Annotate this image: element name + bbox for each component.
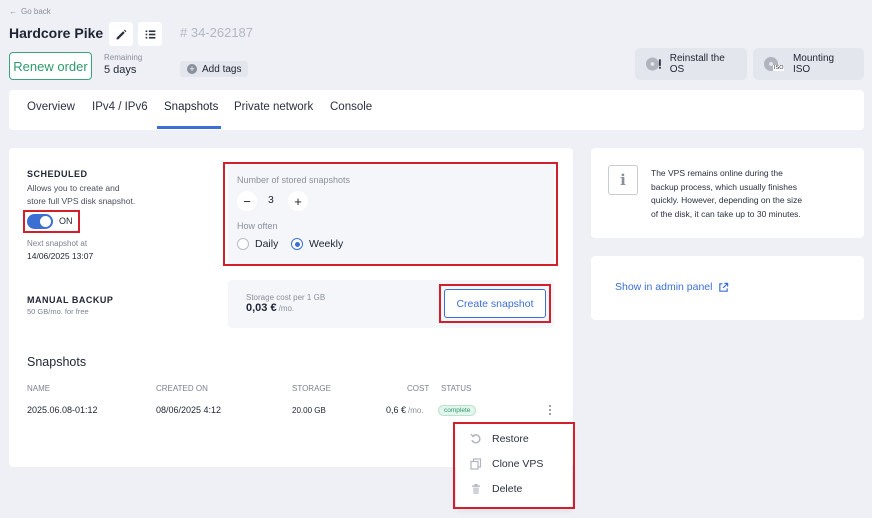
cost-unit: /mo. xyxy=(278,304,295,313)
snapshot-name: 2025.06.08-01:12 xyxy=(27,405,98,415)
kebab-dot xyxy=(549,413,551,415)
scheduled-toggle[interactable] xyxy=(27,214,53,229)
tab-private-network[interactable]: Private network xyxy=(234,101,313,113)
column-name: NAME xyxy=(27,384,51,393)
row-menu-button[interactable] xyxy=(545,403,555,417)
decrement-button[interactable]: − xyxy=(237,191,257,211)
column-cost: COST xyxy=(407,384,430,393)
edit-button[interactable] xyxy=(109,22,133,46)
cost-label: Storage cost per 1 GB xyxy=(246,293,326,302)
list-button[interactable] xyxy=(138,22,162,46)
snapshot-cost: 0,6 € xyxy=(386,405,407,415)
column-storage: STORAGE xyxy=(292,384,331,393)
renew-order-button[interactable]: Renew order xyxy=(9,52,92,80)
snapshots-title: Snapshots xyxy=(27,355,87,369)
external-link-icon xyxy=(719,282,729,292)
cost-value-row: 0,03 € /mo. xyxy=(246,302,294,314)
column-created-on: CREATED ON xyxy=(156,384,208,393)
menu-delete[interactable]: Delete xyxy=(470,483,522,495)
next-snapshot-label: Next snapshot at xyxy=(27,239,88,248)
menu-clone-vps[interactable]: Clone VPS xyxy=(470,458,543,470)
restore-label: Restore xyxy=(492,433,529,445)
add-tags-label: Add tags xyxy=(202,63,242,75)
column-status: STATUS xyxy=(441,384,472,393)
add-tags-button[interactable]: + Add tags xyxy=(180,61,249,77)
scheduled-description-1: Allows you to create and xyxy=(27,183,120,193)
pencil-icon xyxy=(116,29,126,39)
admin-panel-link[interactable]: Show in admin panel xyxy=(615,281,729,293)
info-line-3: quickly. However, depending on the size xyxy=(651,195,803,205)
snapshot-storage: 20.00 GB xyxy=(292,406,326,415)
snapshot-cost-cell: 0,6 € /mo. xyxy=(386,405,424,415)
remaining-value: 5 days xyxy=(104,64,137,76)
info-line-2: backup process, which usually finishes xyxy=(651,182,797,192)
stored-snapshots-label: Number of stored snapshots xyxy=(237,175,351,185)
list-icon xyxy=(145,29,155,39)
radio-daily-circle xyxy=(237,238,249,250)
admin-panel-label: Show in admin panel xyxy=(615,281,713,293)
toggle-state-label: ON xyxy=(59,216,73,226)
active-tab-indicator xyxy=(157,126,221,129)
status-badge: complete xyxy=(438,405,477,416)
plus-circle-icon: + xyxy=(187,64,197,74)
kebab-dot xyxy=(549,409,551,411)
snapshot-cost-unit: /mo. xyxy=(408,406,424,415)
radio-weekly-label: Weekly xyxy=(309,238,344,250)
mounting-label: Mounting ISO xyxy=(792,53,835,75)
tab-ipv4-ipv6[interactable]: IPv4 / IPv6 xyxy=(92,101,148,113)
mounting-iso-button[interactable]: ISO Mounting ISO xyxy=(753,48,864,80)
scheduled-description-2: store full VPS disk snapshot. xyxy=(27,196,136,206)
page-title: Hardcore Pike xyxy=(9,25,104,41)
info-line-1: The VPS remains online during the xyxy=(651,168,783,178)
radio-daily[interactable]: Daily xyxy=(237,238,278,250)
info-icon: i xyxy=(608,165,638,195)
remaining-label: Remaining xyxy=(104,53,143,62)
go-back-link[interactable]: ← Go back xyxy=(9,7,51,16)
how-often-label: How often xyxy=(237,221,278,231)
snapshot-count[interactable]: 3 xyxy=(268,194,274,206)
radio-weekly-circle xyxy=(291,238,303,250)
scheduled-title: SCHEDULED xyxy=(27,169,88,179)
next-snapshot-value: 14/06/2025 13:07 xyxy=(27,251,94,261)
restore-icon xyxy=(470,433,481,444)
go-back-label: Go back xyxy=(21,7,51,16)
increment-button[interactable]: + xyxy=(288,191,308,211)
radio-daily-label: Daily xyxy=(255,238,279,250)
info-line-4: of the disk, it can take up to 30 minute… xyxy=(651,209,801,219)
kebab-dot xyxy=(549,405,551,407)
reinstall-os-button[interactable]: Reinstall the OS xyxy=(635,48,747,80)
iso-badge: ISO xyxy=(773,65,785,71)
manual-backup-title: MANUAL BACKUP xyxy=(27,295,114,305)
menu-restore[interactable]: Restore xyxy=(470,433,529,445)
tab-overview[interactable]: Overview xyxy=(27,101,75,113)
snapshot-created: 08/06/2025 4:12 xyxy=(156,405,222,415)
copy-icon xyxy=(470,458,482,470)
reinstall-label: Reinstall the OS xyxy=(669,53,725,75)
toggle-knob xyxy=(40,216,51,227)
delete-label: Delete xyxy=(492,483,523,495)
disc-icon xyxy=(645,57,661,71)
tab-snapshots[interactable]: Snapshots xyxy=(164,101,218,113)
radio-weekly[interactable]: Weekly xyxy=(291,238,343,250)
manual-backup-subtitle: 50 GB/mo. for free xyxy=(27,307,89,316)
trash-icon xyxy=(472,484,480,494)
arrow-left-icon: ← xyxy=(9,7,17,16)
clone-label: Clone VPS xyxy=(492,458,544,470)
create-snapshot-button[interactable]: Create snapshot xyxy=(444,289,546,318)
server-id: # 34-262187 xyxy=(180,25,254,40)
cost-value: 0,03 € xyxy=(246,302,277,314)
tab-console[interactable]: Console xyxy=(330,101,372,113)
